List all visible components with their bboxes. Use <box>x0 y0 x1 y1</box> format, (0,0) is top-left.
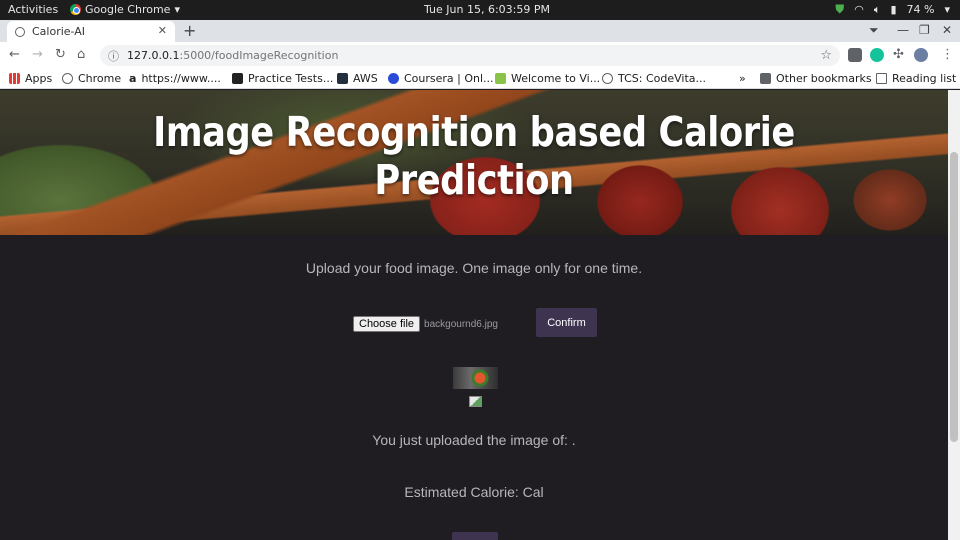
bookmarks-overflow-button[interactable]: » <box>739 72 746 85</box>
info-icon[interactable]: ⓘ <box>108 48 119 64</box>
upload-instructions: Upload your food image. One image only f… <box>305 260 643 276</box>
tab-search-icon[interactable]: ⏷ <box>869 23 879 38</box>
choose-file-button[interactable]: Choose file <box>353 316 421 332</box>
reload-button[interactable]: ↻ <box>55 47 66 62</box>
reading-list[interactable]: Reading list <box>876 72 956 85</box>
page-viewport: Image Recognition based Calorie Predicti… <box>0 90 948 540</box>
welcome-icon <box>495 73 506 84</box>
menu-kebab-icon[interactable]: ⋮ <box>941 47 954 62</box>
restore-button[interactable]: ❐ <box>919 23 930 37</box>
bookmark-label: Apps <box>25 72 53 85</box>
bookmark-label: Coursera | Onl... <box>404 72 494 85</box>
broken-image-icon <box>469 396 482 407</box>
chrome-icon <box>70 4 81 15</box>
bookmark-chrome[interactable]: Chrome <box>62 72 121 85</box>
aws-icon <box>337 73 348 84</box>
bottom-button[interactable] <box>452 532 498 540</box>
page-scrollbar[interactable] <box>948 90 960 540</box>
scrollbar-thumb[interactable] <box>950 152 958 442</box>
bookmark-label: AWS <box>353 72 378 85</box>
battery-icon: ▮ <box>890 3 897 16</box>
close-window-button[interactable]: ✕ <box>942 23 952 37</box>
bookmark-label: Welcome to Vi... <box>511 72 601 85</box>
uploaded-image-preview <box>453 367 498 389</box>
estimated-calorie: Estimated Calorie: Cal <box>404 484 544 500</box>
back-button[interactable]: ← <box>9 47 20 62</box>
bookmark-apps[interactable]: Apps <box>9 72 52 85</box>
clock[interactable]: Tue Jun 15, 6:03:59 PM <box>424 3 550 16</box>
bookmark-practice-tests[interactable]: Practice Tests... <box>232 72 333 85</box>
battery-level: 74 % <box>906 3 935 16</box>
bookmark-label: TCS: CodeVita... <box>618 72 706 85</box>
home-button[interactable]: ⌂ <box>77 47 85 62</box>
globe-icon <box>62 73 73 84</box>
globe-icon <box>15 26 25 37</box>
other-bookmarks-label: Other bookmarks <box>776 72 872 85</box>
extension-icon[interactable] <box>848 48 862 62</box>
os-top-bar: Activities Google Chrome ▾ Tue Jun 15, 6… <box>0 0 960 20</box>
bookmark-label: Practice Tests... <box>248 72 334 85</box>
bookmark-label: Chrome <box>78 72 122 85</box>
close-tab-icon[interactable]: ✕ <box>158 24 167 37</box>
activities-button[interactable]: Activities <box>8 3 58 16</box>
bookmark-amazon[interactable]: a https://www.... <box>129 72 221 85</box>
other-bookmarks[interactable]: Other bookmarks <box>760 72 872 85</box>
bookmark-aws[interactable]: AWS <box>337 72 378 85</box>
puzzle-extensions-icon[interactable]: ✣ <box>893 47 904 62</box>
reading-list-icon <box>876 73 887 84</box>
file-upload-control[interactable]: Choose file backgournd6.jpg <box>353 316 498 332</box>
app-name: Google Chrome <box>85 3 171 16</box>
forward-button[interactable]: → <box>32 47 43 62</box>
url-path: :5000/foodImageRecognition <box>179 49 339 62</box>
app-menu[interactable]: Google Chrome ▾ <box>70 3 180 16</box>
bookmark-label: https://www.... <box>141 72 221 85</box>
hero-banner: Image Recognition based Calorie Predicti… <box>0 90 948 235</box>
bookmark-star-icon[interactable]: ☆ <box>820 48 832 63</box>
bookmark-tcs-codevita[interactable]: TCS: CodeVita... <box>602 72 706 85</box>
amazon-icon: a <box>129 72 137 85</box>
minimize-button[interactable]: — <box>897 23 909 37</box>
confirm-button[interactable]: Confirm <box>536 308 597 337</box>
folder-icon <box>760 73 771 84</box>
globe-icon <box>602 73 613 84</box>
chevron-down-icon: ▾ <box>944 3 950 16</box>
bookmarks-bar: Apps Chrome a https://www.... Practice T… <box>0 69 960 89</box>
new-tab-button[interactable]: + <box>183 21 196 40</box>
browser-toolbar: ← → ↻ ⌂ ⓘ 127.0.0.1:5000/foodImageRecogn… <box>0 42 960 69</box>
coursera-icon <box>388 73 399 84</box>
bookmark-coursera[interactable]: Coursera | Onl... <box>388 72 494 85</box>
tab-title: Calorie-AI <box>32 25 86 38</box>
recognition-result: You just uploaded the image of: . <box>372 432 576 448</box>
practice-tests-icon <box>232 73 243 84</box>
page-title: Image Recognition based Calorie Predicti… <box>153 108 795 204</box>
apps-grid-icon <box>9 73 20 84</box>
wifi-icon: ◠ <box>854 3 864 16</box>
tab-strip: Calorie-AI ✕ + ⏷ — ❐ ✕ <box>0 20 960 42</box>
selected-file-name: backgournd6.jpg <box>424 318 498 330</box>
reading-list-label: Reading list <box>892 72 957 85</box>
chevron-down-icon: ▾ <box>174 3 180 16</box>
url-host: 127.0.0.1 <box>127 49 180 62</box>
shield-icon: ⛊ <box>835 2 845 16</box>
volume-icon: 🔈︎ <box>873 2 881 16</box>
profile-avatar[interactable] <box>914 48 928 62</box>
tab-calorie-ai[interactable]: Calorie-AI ✕ <box>7 21 175 42</box>
bookmark-welcome[interactable]: Welcome to Vi... <box>495 72 600 85</box>
grammarly-icon[interactable] <box>870 48 884 62</box>
system-tray[interactable]: ⛊ ◠ 🔈︎ ▮ 74 % ▾ <box>835 2 950 17</box>
address-bar[interactable]: ⓘ 127.0.0.1:5000/foodImageRecognition ☆ <box>100 45 840 66</box>
